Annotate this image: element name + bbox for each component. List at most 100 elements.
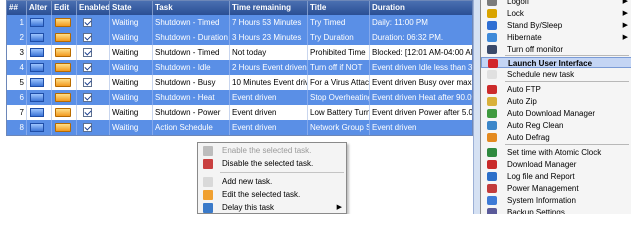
menu-item-hibernate[interactable]: Hibernate ▶	[481, 32, 631, 43]
menu-item-clock[interactable]: Set time with Atomic Clock	[481, 147, 631, 158]
menu-item-download-manager[interactable]: Download Manager	[481, 159, 631, 170]
context-item-delay[interactable]: Delay this task ▶	[198, 202, 346, 214]
alter-task-icon[interactable]	[30, 93, 44, 102]
enabled-checkbox[interactable]	[83, 33, 92, 42]
menu-item-info[interactable]: System Information	[481, 195, 631, 206]
menu-item-defrag[interactable]: Auto Defrag	[481, 132, 631, 143]
context-item-add[interactable]: Add new task.	[198, 176, 346, 188]
edit-task-icon[interactable]	[55, 93, 71, 102]
row-title: Low Battery Turn C	[308, 105, 370, 120]
row-title: Turn off if NOT	[308, 60, 370, 75]
col-header-time-remaining[interactable]: Time remaining	[230, 1, 308, 15]
table-row[interactable]: 7 Waiting Shutdown - Power Event driven Low …	[7, 105, 472, 120]
menu-item-power[interactable]: Power Management	[481, 183, 631, 194]
menu-separator	[220, 172, 344, 173]
col-header-edit[interactable]: Edit	[52, 1, 77, 15]
col-header-state[interactable]: State	[110, 1, 153, 15]
col-header-number[interactable]: ##	[7, 1, 27, 15]
alter-task-icon[interactable]	[30, 123, 44, 132]
row-title: Stop Overheating C	[308, 90, 370, 105]
col-header-enabled[interactable]: Enabled	[77, 1, 110, 15]
edit-task-icon[interactable]	[55, 33, 71, 42]
row-duration: Event driven	[370, 120, 472, 135]
row-task: Shutdown - Timed	[153, 15, 230, 30]
alter-task-icon[interactable]	[30, 63, 44, 72]
table-row[interactable]: 5 Waiting Shutdown - Busy 10 Minutes Event …	[7, 75, 472, 90]
table-row[interactable]: 1 Waiting Shutdown - Timed 7 Hours 53 Minut…	[7, 15, 472, 30]
table-row[interactable]: 4 Waiting Shutdown - Idle 2 Hours Event dri…	[7, 60, 472, 75]
enabled-checkbox[interactable]	[83, 78, 92, 87]
col-header-title[interactable]: Title	[308, 1, 370, 15]
enabled-checkbox[interactable]	[83, 123, 92, 132]
alter-task-icon[interactable]	[30, 78, 44, 87]
enabled-checkbox[interactable]	[83, 93, 92, 102]
alter-task-icon[interactable]	[30, 18, 44, 27]
row-en-cell	[77, 120, 110, 135]
backup-icon	[487, 208, 497, 214]
row-edit-cell	[52, 45, 77, 60]
row-en-cell	[77, 30, 110, 45]
row-title: Try Timed	[308, 15, 370, 30]
menu-item-backup[interactable]: Backup Settings	[481, 207, 631, 214]
menu-item-sleep[interactable]: Stand By/Sleep ▶	[481, 20, 631, 31]
col-header-duration[interactable]: Duration	[370, 1, 472, 15]
row-en-cell	[77, 90, 110, 105]
menu-item-logoff[interactable]: Logoff ▶	[481, 0, 631, 7]
context-item-label: Add new task.	[222, 177, 273, 186]
menu-separator	[505, 144, 629, 145]
row-duration: Event driven Idle less than 3.57	[370, 60, 472, 75]
edit-task-icon[interactable]	[55, 18, 71, 27]
row-alter-cell	[27, 30, 52, 45]
menu-item-label: Power Management	[507, 184, 579, 193]
menu-item-download[interactable]: Auto Download Manager	[481, 108, 631, 119]
row-en-cell	[77, 105, 110, 120]
row-time-remaining: Event driven	[230, 90, 308, 105]
col-header-task[interactable]: Task	[153, 1, 230, 15]
table-row[interactable]: 6 Waiting Shutdown - Heat Event driven Stop …	[7, 90, 472, 105]
edit-task-icon[interactable]	[55, 48, 71, 57]
edit-task-icon[interactable]	[55, 123, 71, 132]
context-item-disable[interactable]: Disable the selected task.	[198, 158, 346, 170]
menu-item-reg-clean[interactable]: Auto Reg Clean	[481, 120, 631, 131]
enabled-checkbox[interactable]	[83, 48, 92, 57]
enabled-checkbox[interactable]	[83, 63, 92, 72]
row-edit-cell	[52, 105, 77, 120]
table-row[interactable]: 2 Waiting Shutdown - Duration 3 Hours 23 Mi…	[7, 30, 472, 45]
table-row[interactable]: 3 Waiting Shutdown - Timed Not today Prohibi…	[7, 45, 472, 60]
col-header-alter[interactable]: Alter	[27, 1, 52, 15]
row-time-remaining: Event driven	[230, 105, 308, 120]
logoff-icon	[487, 0, 497, 6]
enabled-checkbox[interactable]	[83, 18, 92, 27]
row-alter-cell	[27, 15, 52, 30]
row-alter-cell	[27, 75, 52, 90]
edit-task-icon[interactable]	[55, 78, 71, 87]
schedule-icon	[487, 70, 497, 79]
tray-menu: Logoff ▶ Lock ▶ Stand By/Sleep ▶ Hibernate ▶ Tur…	[480, 0, 631, 214]
menu-item-lock[interactable]: Lock ▶	[481, 8, 631, 19]
launch-icon	[488, 59, 498, 68]
menu-item-monitor[interactable]: Turn off monitor	[481, 44, 631, 55]
submenu-arrow-icon: ▶	[336, 204, 342, 211]
menu-item-label: Auto Zip	[507, 97, 537, 106]
edit-task-icon[interactable]	[55, 63, 71, 72]
menu-item-ftp[interactable]: Auto FTP	[481, 84, 631, 95]
menu-item-launch[interactable]: Launch User Interface	[481, 57, 631, 68]
row-task: Shutdown - Duration	[153, 30, 230, 45]
row-en-cell	[77, 75, 110, 90]
menu-item-zip[interactable]: Auto Zip	[481, 96, 631, 107]
context-item-label: Disable the selected task.	[222, 159, 314, 168]
alter-task-icon[interactable]	[30, 33, 44, 42]
vertical-scrollbar[interactable]	[473, 0, 480, 214]
enable-icon	[203, 146, 213, 156]
enabled-checkbox[interactable]	[83, 108, 92, 117]
menu-item-label: Set time with Atomic Clock	[507, 148, 602, 157]
table-row[interactable]: 8 Waiting Action Schedule Event driven Netwo…	[7, 120, 472, 135]
edit-task-icon[interactable]	[55, 108, 71, 117]
menu-item-label: Auto Download Manager	[507, 109, 596, 118]
alter-task-icon[interactable]	[30, 108, 44, 117]
alter-task-icon[interactable]	[30, 48, 44, 57]
context-item-edit[interactable]: Edit the selected task.	[198, 189, 346, 201]
menu-item-schedule[interactable]: Schedule new task	[481, 69, 631, 80]
row-number: 7	[7, 105, 27, 120]
menu-item-log[interactable]: Log file and Report	[481, 171, 631, 182]
